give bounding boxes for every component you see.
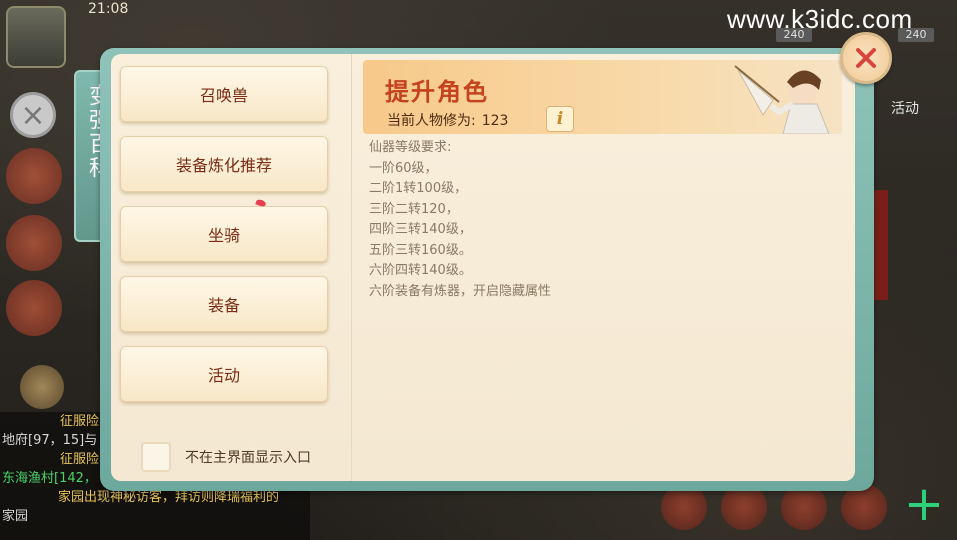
requirement-line: 五阶三转160级。 bbox=[369, 242, 472, 258]
requirements-text: 仙器等级要求: 一阶60级， 二阶1转100级， 三阶二转120， 四阶三转14… bbox=[369, 138, 839, 302]
cultivation-value: 123 bbox=[481, 113, 509, 129]
background-activity-label[interactable]: 活动 bbox=[875, 98, 935, 120]
cultivation-line: 当前人物修为: 123 bbox=[387, 110, 508, 130]
requirement-line: 四阶三转140级， bbox=[369, 222, 472, 237]
requirement-line: 仙器等级要求: bbox=[369, 140, 452, 155]
bottom-menu: + bbox=[661, 480, 947, 534]
watermark-text: www.k3idc.com bbox=[727, 4, 913, 34]
requirement-line: 一阶60级， bbox=[369, 160, 438, 176]
map-icon[interactable] bbox=[6, 6, 66, 68]
more-plus-icon[interactable]: + bbox=[901, 480, 947, 530]
category-list: 召唤兽 装备炼化推荐 坐骑 装备 活动 不在主界面显示入口 bbox=[111, 54, 352, 481]
top-status-bar: 21:08 www.k3idc.com 240 240 bbox=[0, 0, 957, 68]
requirement-line: 六阶四转140级。 bbox=[369, 263, 472, 278]
character-portrait bbox=[734, 65, 830, 134]
requirement-line: 二阶1转100级， bbox=[369, 181, 468, 196]
ranking-icon[interactable] bbox=[6, 280, 62, 336]
encyclopedia-panel: 召唤兽 装备炼化推荐 坐骑 装备 活动 不在主界面显示入口 提升角色 当前人物修… bbox=[111, 54, 855, 481]
close-icon bbox=[856, 48, 876, 68]
badge-count: 240 bbox=[776, 28, 812, 42]
chat-line: 家园 bbox=[2, 509, 29, 524]
event-icon[interactable] bbox=[6, 148, 62, 204]
category-button-activity[interactable]: 活动 bbox=[120, 346, 328, 402]
hide-entry-label: 不在主界面显示入口 bbox=[185, 450, 311, 466]
promote-character-banner: 提升角色 当前人物修为: 123 i bbox=[363, 60, 842, 134]
side-close-icon[interactable]: × bbox=[10, 92, 56, 138]
close-button[interactable] bbox=[840, 32, 892, 84]
category-button-equipment-refine[interactable]: 装备炼化推荐 bbox=[120, 136, 328, 192]
chat-bubble-icon[interactable] bbox=[20, 365, 64, 409]
category-button-mount[interactable]: 坐骑 bbox=[120, 206, 328, 262]
cultivation-label: 当前人物修为: bbox=[387, 113, 476, 129]
category-button-summon-beast[interactable]: 召唤兽 bbox=[120, 66, 328, 122]
banner-title: 提升角色 bbox=[385, 77, 489, 106]
clock-text: 21:08 bbox=[88, 1, 129, 17]
info-icon[interactable]: i bbox=[546, 106, 574, 132]
hide-entry-option: 不在主界面显示入口 bbox=[141, 442, 311, 472]
character-icon[interactable] bbox=[6, 215, 62, 271]
category-button-equipment[interactable]: 装备 bbox=[120, 276, 328, 332]
requirement-line: 三阶二转120， bbox=[369, 201, 459, 217]
badge-count: 240 bbox=[898, 28, 934, 42]
hide-entry-checkbox[interactable] bbox=[141, 442, 171, 472]
requirement-line: 六阶装备有炼器，开启隐藏属性 bbox=[369, 283, 552, 299]
